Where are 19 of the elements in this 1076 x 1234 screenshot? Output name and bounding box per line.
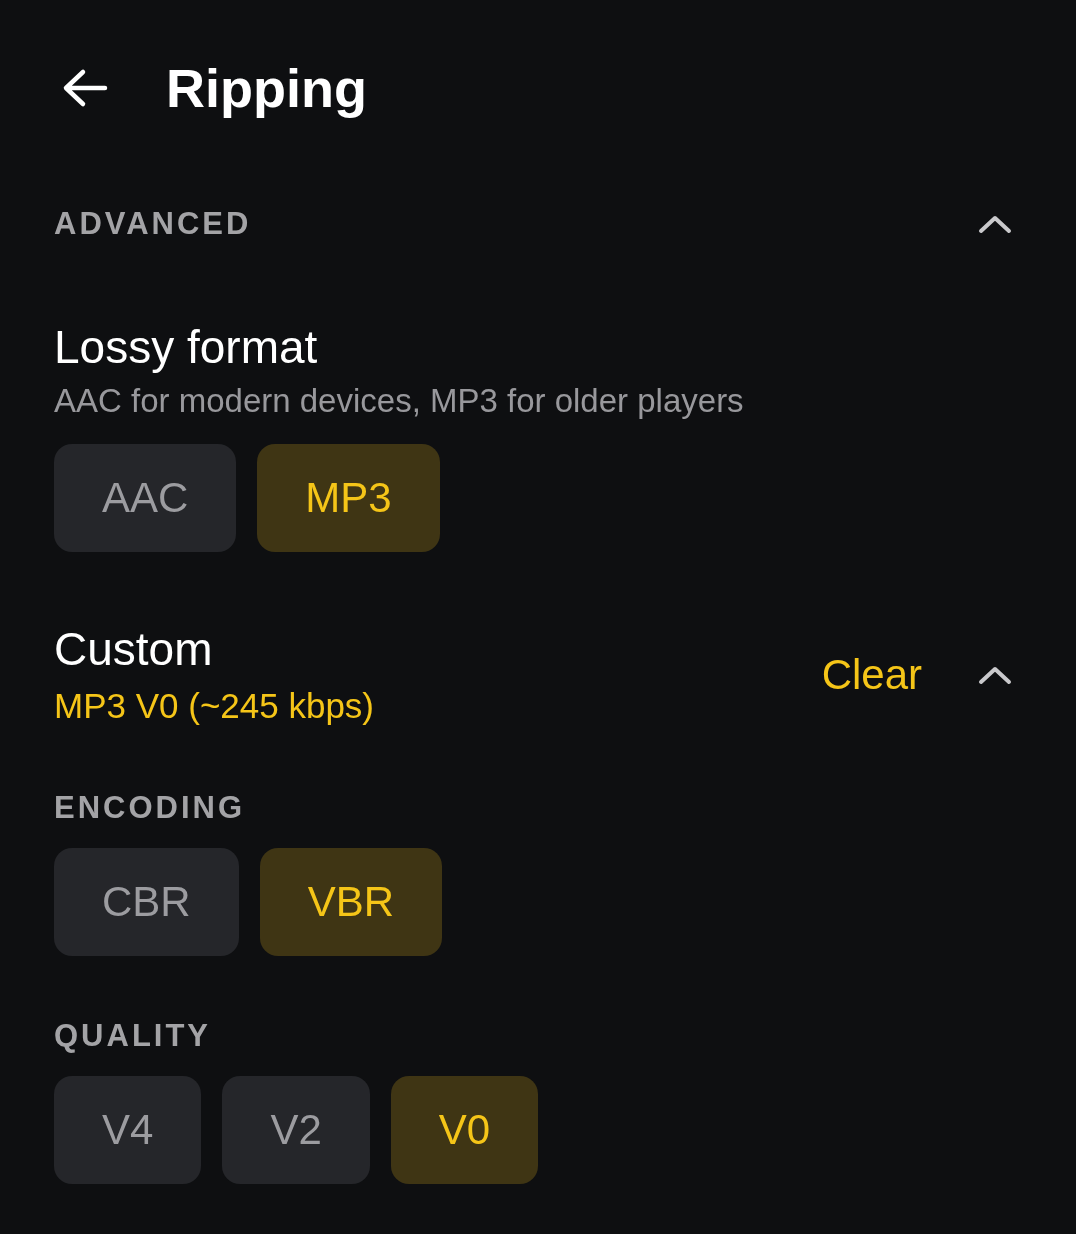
option-chip[interactable]: CBR bbox=[54, 848, 239, 956]
option-chip[interactable]: V4 bbox=[54, 1076, 202, 1184]
option-chip[interactable]: V2 bbox=[222, 1076, 370, 1184]
section-heading: ADVANCED bbox=[54, 206, 252, 242]
back-arrow-icon[interactable] bbox=[62, 68, 108, 108]
setting-title: Lossy format bbox=[54, 320, 319, 374]
setting-summary: MP3 V0 (~245 kbps) bbox=[54, 685, 375, 727]
option-chip[interactable]: V0 bbox=[390, 1076, 539, 1184]
option-chip[interactable]: AAC bbox=[54, 444, 237, 552]
page-title: Ripping bbox=[166, 57, 367, 119]
group-heading: QUALITY bbox=[54, 1018, 213, 1054]
option-chip[interactable]: VBR bbox=[259, 848, 443, 956]
option-chip[interactable]: MP3 bbox=[257, 444, 440, 552]
group-heading: ENCODING bbox=[54, 790, 247, 826]
setting-title: Custom bbox=[54, 622, 214, 676]
setting-description: AAC for modern devices, MP3 for older players bbox=[54, 381, 745, 421]
chevron-up-icon[interactable] bbox=[978, 665, 1012, 685]
chevron-up-icon[interactable] bbox=[978, 214, 1012, 234]
clear-button[interactable]: Clear bbox=[821, 651, 922, 699]
